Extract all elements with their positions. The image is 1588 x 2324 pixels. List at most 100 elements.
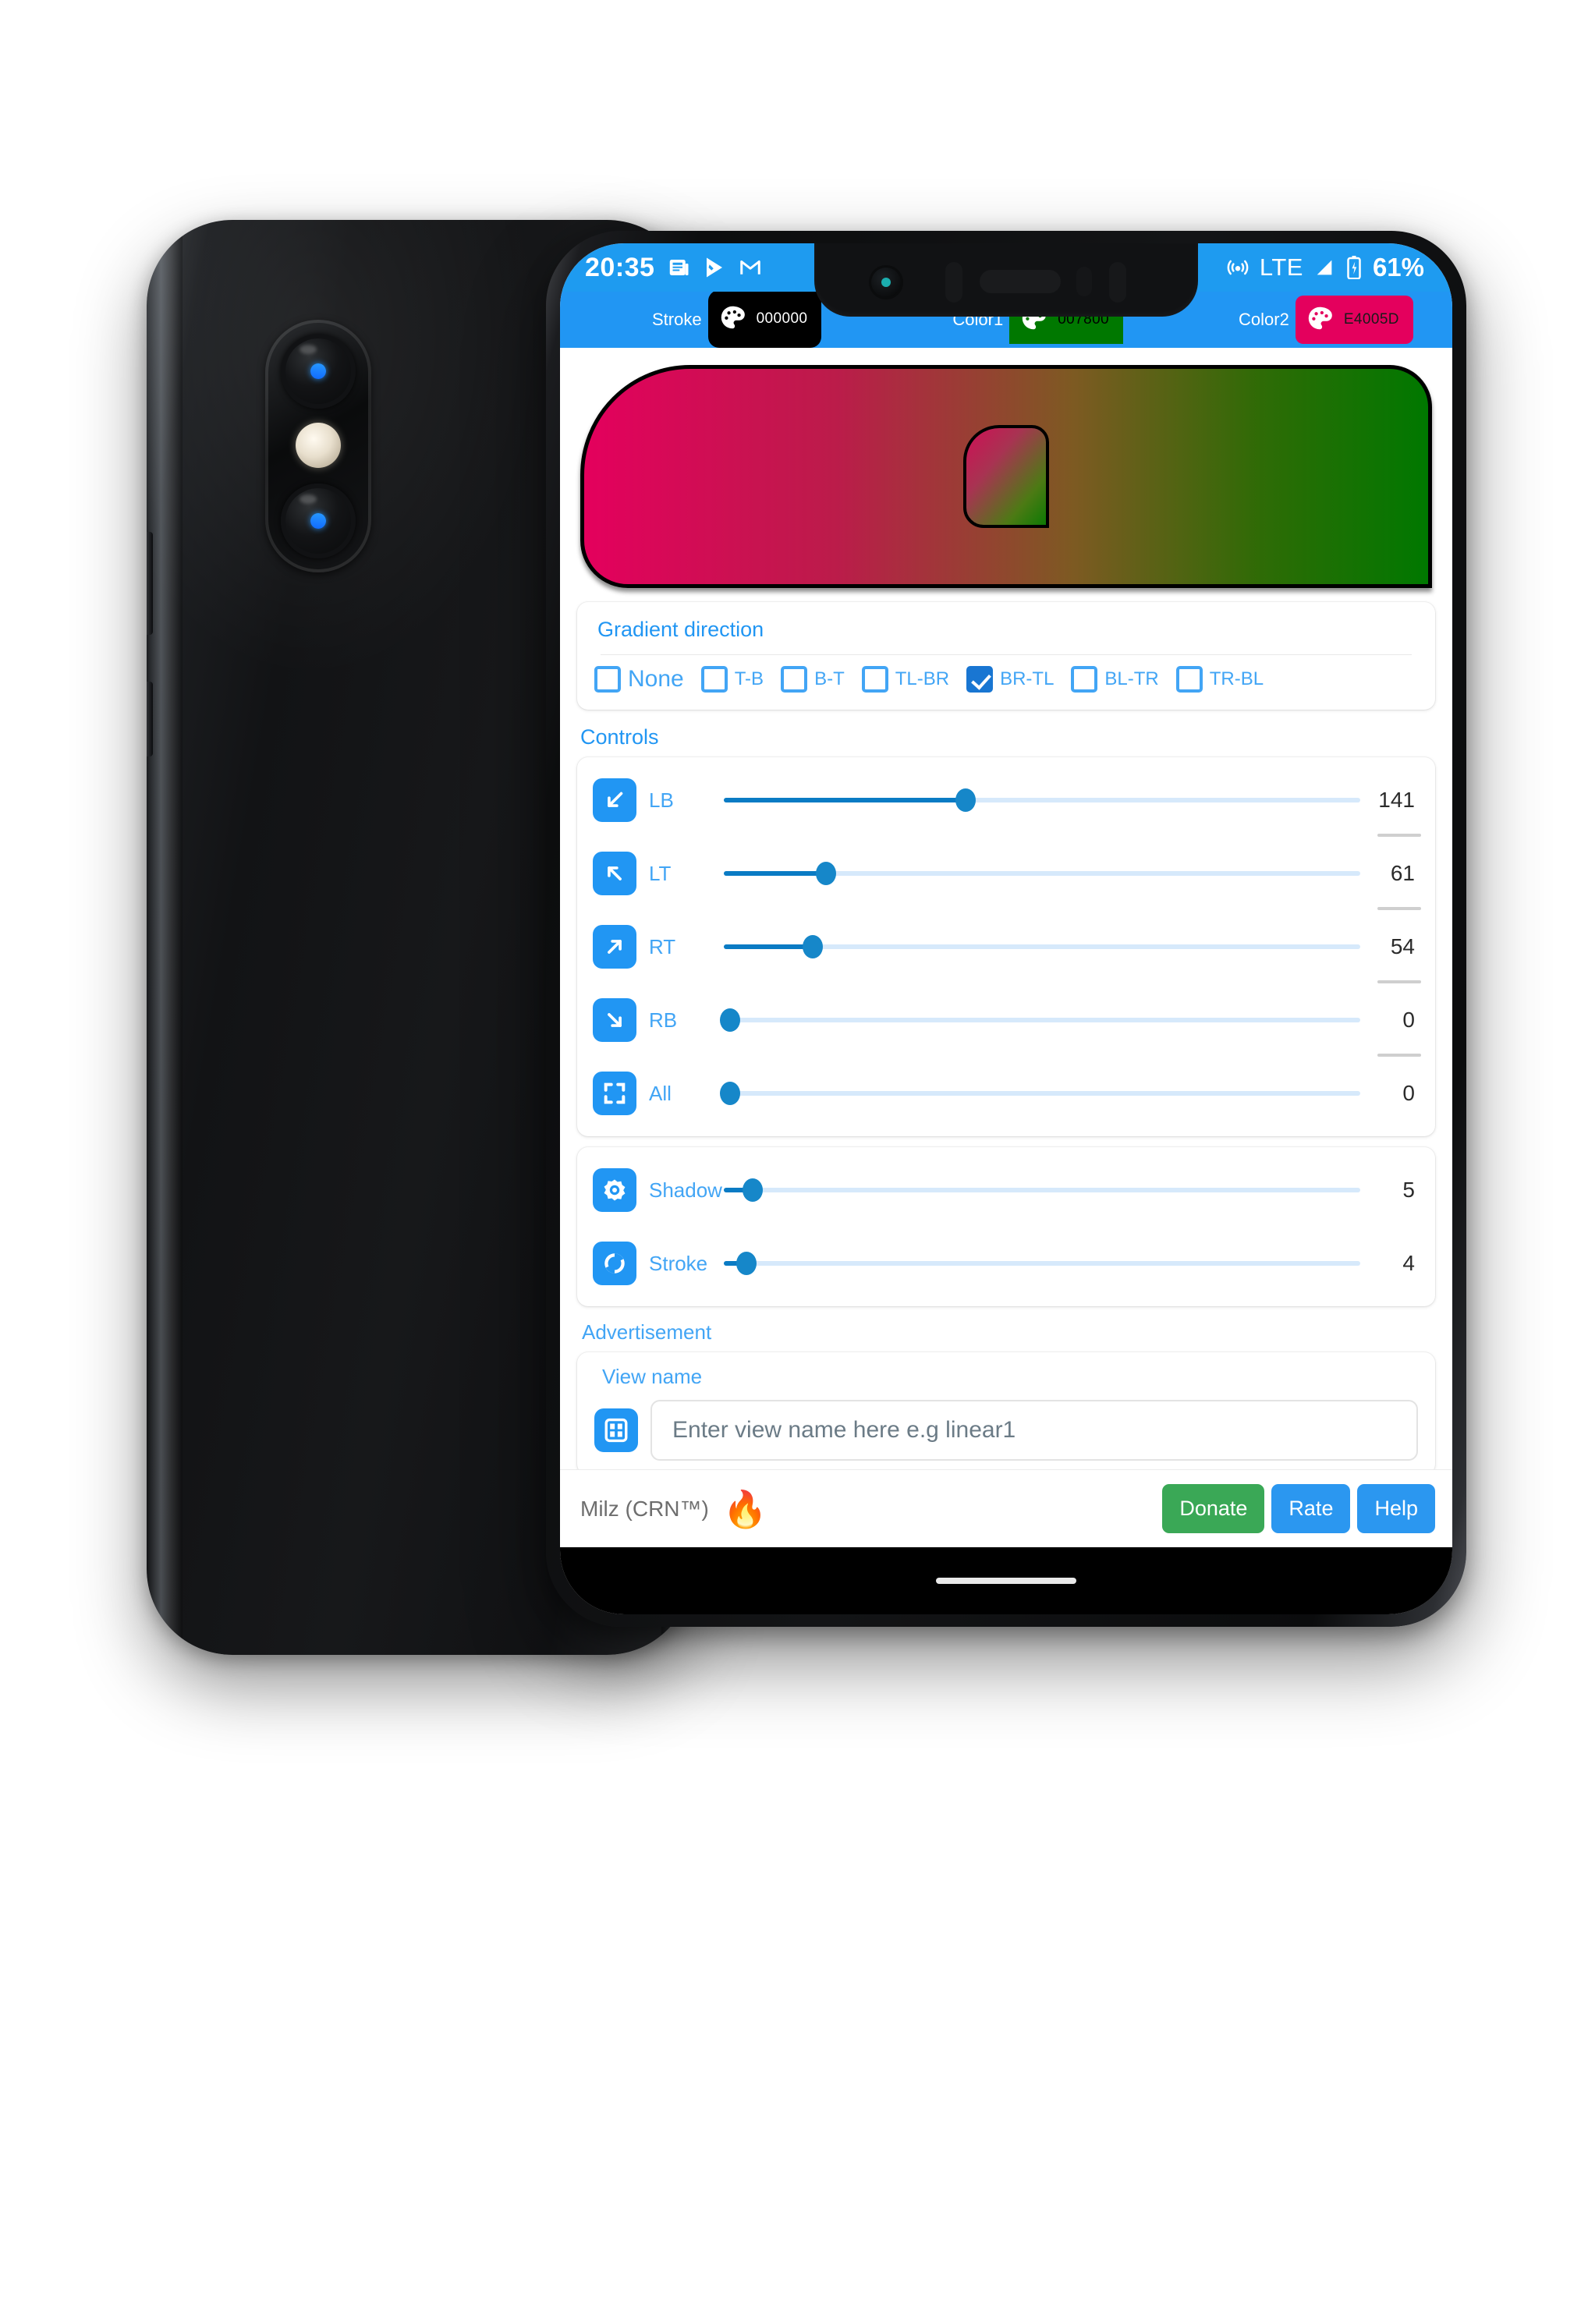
slider-all[interactable] xyxy=(720,1078,1360,1109)
slider-value-all: 0 xyxy=(1402,1081,1415,1105)
checkbox-brtl[interactable] xyxy=(966,666,994,693)
checkbox-tlbr[interactable] xyxy=(861,666,888,693)
slider-lt[interactable] xyxy=(724,858,1360,889)
phone-front-view: 20:35 LTE 61% Stroke 000000 Color1 00780… xyxy=(546,231,1466,1627)
slider-track xyxy=(724,1091,1360,1096)
layout-grid-icon xyxy=(594,1408,638,1452)
slider-row-shadow: Shadow 5 xyxy=(577,1153,1435,1227)
gradient-option-label: BL-TR xyxy=(1104,668,1159,689)
arrow-up-right-icon xyxy=(593,925,636,969)
shape-preview-container xyxy=(560,348,1452,602)
rate-button[interactable]: Rate xyxy=(1271,1484,1351,1533)
front-camera-icon xyxy=(869,265,903,299)
slider-track xyxy=(724,1018,1360,1022)
rear-camera-lens-bottom xyxy=(281,484,356,558)
shape-preview-inner xyxy=(963,425,1049,528)
gradient-direction-card: Gradient direction None T-B B-T TL-BR BR… xyxy=(577,602,1435,710)
slider-label-shadow: Shadow xyxy=(649,1178,722,1202)
chip-group-color2: Color2 E4005D xyxy=(1239,296,1413,344)
arrow-down-right-icon xyxy=(593,998,636,1042)
color2-button[interactable]: E4005D xyxy=(1295,296,1413,344)
footer-brand-label: Milz (CRN™) xyxy=(580,1496,709,1521)
gradient-option-tb[interactable]: T-B xyxy=(700,666,764,693)
palette-icon xyxy=(1305,303,1335,337)
stroke-color-button[interactable]: 000000 xyxy=(707,290,822,348)
checkbox-trbl[interactable] xyxy=(1175,666,1203,693)
chip-label-stroke: Stroke xyxy=(652,310,702,329)
slider-shadow[interactable] xyxy=(724,1174,1360,1206)
slider-fill xyxy=(724,944,813,949)
home-gesture-pill[interactable] xyxy=(936,1578,1076,1584)
notch-sensor-3 xyxy=(1109,262,1126,303)
shape-preview[interactable] xyxy=(580,365,1432,588)
checkbox-bltr[interactable] xyxy=(1071,666,1098,693)
slider-thumb[interactable] xyxy=(720,1008,741,1032)
expand-icon xyxy=(593,1072,636,1115)
shadow-gear-icon xyxy=(593,1168,636,1212)
screenshot-stage: 20:35 LTE 61% Stroke 000000 Color1 00780… xyxy=(0,0,1588,2324)
checkbox-tb[interactable] xyxy=(700,666,728,693)
view-name-row xyxy=(577,1400,1435,1461)
slider-thumb[interactable] xyxy=(742,1178,763,1202)
gradient-option-none[interactable]: None xyxy=(594,666,684,693)
donate-button[interactable]: Donate xyxy=(1162,1484,1265,1533)
gradient-direction-options: None T-B B-T TL-BR BR-TL BL-TR TR-BL xyxy=(577,655,1435,710)
gradient-option-label: TL-BR xyxy=(895,668,950,689)
arrow-down-left-icon xyxy=(593,778,636,822)
lens-glint xyxy=(300,494,317,504)
slider-thumb[interactable] xyxy=(815,862,836,885)
controls-title: Controls xyxy=(580,725,659,749)
slider-value-rt: 54 xyxy=(1390,934,1415,958)
slider-value-lt: 61 xyxy=(1390,861,1415,885)
slider-value-lb: 141 xyxy=(1378,788,1415,812)
slider-thumb[interactable] xyxy=(720,1082,741,1105)
slider-label-rb: RB xyxy=(649,1008,678,1032)
rear-camera-lens-top xyxy=(281,334,356,409)
slider-row-all: All 0 xyxy=(577,1057,1435,1130)
view-name-input[interactable] xyxy=(650,1400,1418,1461)
slider-row-rb: RB 0 xyxy=(577,983,1435,1057)
volume-button xyxy=(147,532,153,635)
gradient-option-bltr[interactable]: BL-TR xyxy=(1071,666,1159,693)
rear-camera-module xyxy=(265,320,371,572)
slider-track xyxy=(724,1188,1360,1192)
gradient-option-brtl[interactable]: BR-TL xyxy=(966,666,1054,693)
signal-icon xyxy=(1313,257,1335,278)
camera-flash xyxy=(296,423,341,468)
checkbox-bt[interactable] xyxy=(781,666,808,693)
slider-label-lb: LB xyxy=(649,788,674,812)
view-name-title: View name xyxy=(602,1365,703,1388)
slider-row-stroke: Stroke 4 xyxy=(577,1227,1435,1300)
slider-thumb[interactable] xyxy=(803,935,824,958)
gmail-icon xyxy=(739,256,762,279)
slider-value-stroke: 4 xyxy=(1402,1251,1415,1275)
help-button[interactable]: Help xyxy=(1357,1484,1435,1533)
status-bar-right: LTE 61% xyxy=(1226,243,1424,292)
gradient-option-bt[interactable]: B-T xyxy=(781,666,845,693)
checkbox-none[interactable] xyxy=(594,666,621,693)
battery-icon xyxy=(1345,256,1363,279)
gradient-option-label: BR-TL xyxy=(1000,668,1055,689)
play-store-icon xyxy=(703,256,726,279)
app-footer: Milz (CRN™) 🔥 Donate Rate Help xyxy=(560,1469,1452,1547)
slider-track xyxy=(724,1261,1360,1266)
slider-label-all: All xyxy=(649,1081,672,1105)
slider-stroke[interactable] xyxy=(724,1248,1360,1279)
color2-hex-value: E4005D xyxy=(1343,311,1399,328)
slider-thumb[interactable] xyxy=(736,1252,757,1275)
gradient-option-tlbr[interactable]: TL-BR xyxy=(861,666,950,693)
back-left-bezel-gloss xyxy=(147,220,183,1655)
slider-thumb[interactable] xyxy=(955,788,977,812)
battery-percent: 61% xyxy=(1372,253,1424,282)
slider-label-stroke: Stroke xyxy=(649,1251,708,1275)
gradient-option-trbl[interactable]: TR-BL xyxy=(1175,666,1264,693)
palette-icon xyxy=(718,303,747,336)
slider-rb[interactable] xyxy=(720,1004,1360,1036)
notch-sensor-2 xyxy=(1076,267,1092,296)
effect-sliders-card: Shadow 5 Stroke 4 xyxy=(577,1147,1435,1306)
gradient-option-label: TR-BL xyxy=(1209,668,1264,689)
slider-rt[interactable] xyxy=(724,931,1360,962)
slider-lb[interactable] xyxy=(724,785,1360,816)
gradient-option-label: B-T xyxy=(814,668,845,689)
news-icon xyxy=(667,256,690,279)
